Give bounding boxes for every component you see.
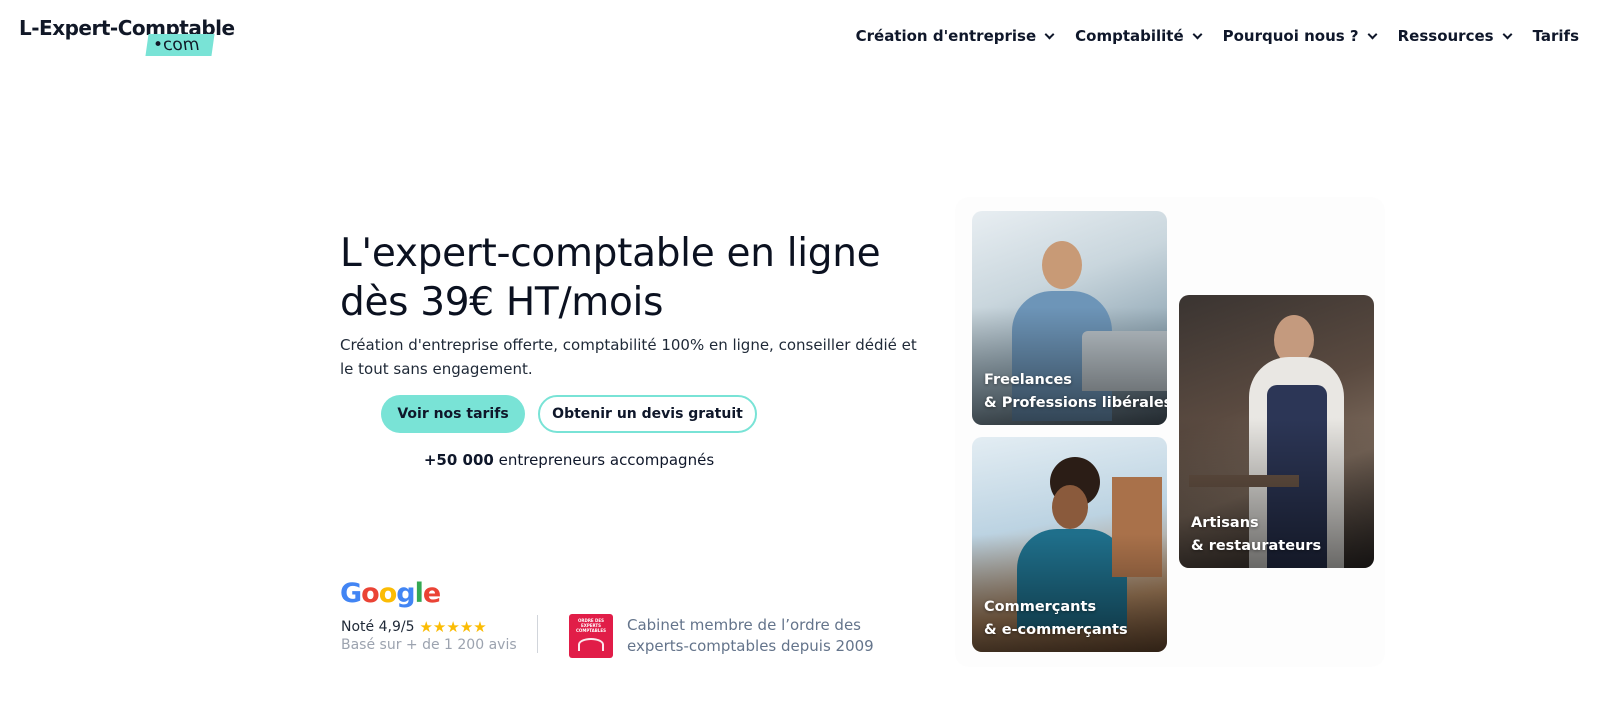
card-caption-line1: Commerçants xyxy=(984,599,1097,615)
rating-basis: Basé sur + de 1 200 avis xyxy=(341,637,517,653)
chevron-down-icon xyxy=(1192,29,1203,39)
card-caption-line2: & restaurateurs xyxy=(1191,538,1322,554)
ordre-membership-text: Cabinet membre de l’ordre des experts-co… xyxy=(627,616,874,655)
nav-item-label: Tarifs xyxy=(1532,27,1579,45)
main-nav: Création d'entreprise Comptabilité Pourq… xyxy=(856,27,1579,45)
trust-divider xyxy=(537,615,538,653)
rating-label: Noté 4,9/5 xyxy=(341,619,415,635)
card-caption: Artisans & restaurateurs xyxy=(1191,512,1321,558)
google-rating: Noté 4,9/5 ★★★★★ xyxy=(341,618,487,636)
logo-suffix: •com xyxy=(153,35,201,55)
nav-item-label: Création d'entreprise xyxy=(855,27,1037,45)
nav-item-pourquoi-nous[interactable]: Pourquoi nous ? xyxy=(1222,27,1378,45)
person-figure xyxy=(1052,485,1088,529)
entrepreneurs-number: +50 000 xyxy=(423,451,494,469)
nav-item-label: Pourquoi nous ? xyxy=(1222,27,1359,45)
chevron-down-icon xyxy=(1044,29,1055,39)
card-caption: Freelances & Professions libérales xyxy=(984,369,1167,415)
nav-item-tarifs[interactable]: Tarifs xyxy=(1533,27,1579,45)
ordre-experts-comptables-logo: ORDRE DES EXPERTS COMPTABLES xyxy=(569,614,613,658)
person-figure xyxy=(1042,241,1082,289)
hero-title: L'expert-comptable en ligne dès 39€ HT/m… xyxy=(340,229,920,327)
ordre-logo-text: ORDRE DES EXPERTS COMPTABLES xyxy=(576,618,606,633)
card-commercants[interactable]: Commerçants & e-commerçants xyxy=(972,437,1167,652)
card-caption: Commerçants & e-commerçants xyxy=(984,596,1128,642)
card-freelances[interactable]: Freelances & Professions libérales xyxy=(972,211,1167,425)
logo-suffix-badge: •com xyxy=(145,34,215,56)
view-pricing-button[interactable]: Voir nos tarifs xyxy=(381,395,525,433)
nav-item-label: Comptabilité xyxy=(1075,27,1184,45)
google-logo: Google xyxy=(340,578,441,609)
nav-item-label: Ressources xyxy=(1397,27,1494,45)
hero-subtitle: Création d'entreprise offerte, comptabil… xyxy=(340,336,917,378)
star-rating-icon: ★★★★★ xyxy=(419,618,487,636)
site-logo[interactable]: L-Expert-Comptable •com xyxy=(19,14,235,60)
card-artisans[interactable]: Artisans & restaurateurs xyxy=(1179,295,1374,568)
hero-title-line1: L'expert-comptable en ligne xyxy=(340,231,881,276)
hero-title-line2: dès 39€ HT/mois xyxy=(340,280,664,325)
free-quote-button[interactable]: Obtenir un devis gratuit xyxy=(538,395,757,433)
ordre-logo-mark xyxy=(578,638,604,651)
card-caption-line2: & Professions libérales xyxy=(984,395,1167,411)
card-caption-line1: Artisans xyxy=(1191,515,1259,531)
entrepreneurs-count: +50 000 entrepreneurs accompagnés xyxy=(340,451,798,469)
chevron-down-icon xyxy=(1367,29,1378,39)
card-caption-line1: Freelances xyxy=(984,372,1072,388)
nav-item-ressources[interactable]: Ressources xyxy=(1397,27,1513,45)
nav-item-creation[interactable]: Création d'entreprise xyxy=(855,27,1055,45)
card-caption-line2: & e-commerçants xyxy=(984,622,1128,638)
chevron-down-icon xyxy=(1502,29,1513,39)
nav-item-comptabilite[interactable]: Comptabilité xyxy=(1075,27,1203,45)
entrepreneurs-label: entrepreneurs accompagnés xyxy=(498,451,715,469)
